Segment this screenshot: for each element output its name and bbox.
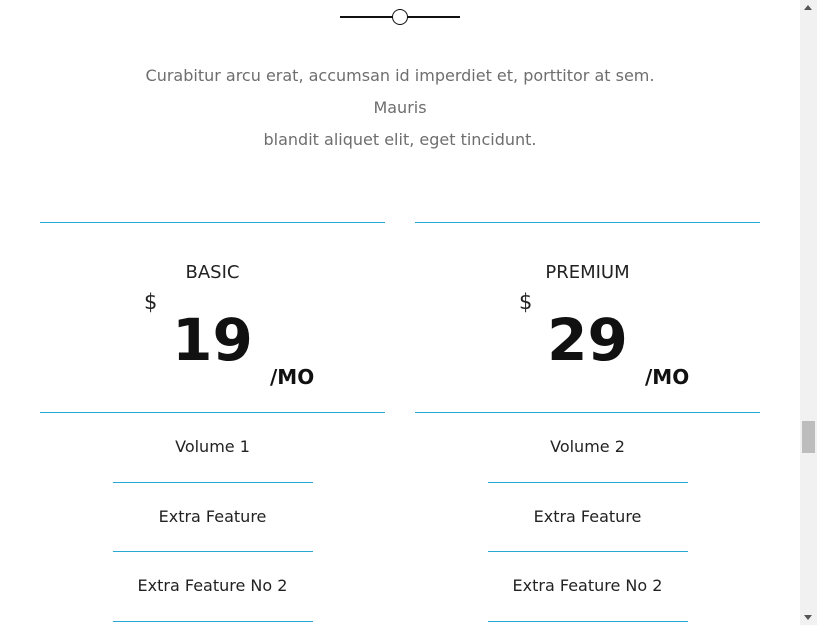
feature-item: Volume 2 xyxy=(415,413,760,483)
scrollbar-thumb[interactable] xyxy=(802,421,815,453)
plan-price: 19 xyxy=(172,306,253,374)
feature-item: Volume 1 xyxy=(40,413,385,483)
plan-period: /MO xyxy=(645,365,690,389)
feature-underline xyxy=(113,620,313,622)
feature-list: Volume 2 Extra Feature Extra Feature No … xyxy=(415,413,760,622)
feature-item: Extra Feature No 2 xyxy=(415,552,760,622)
plan-name: PREMIUM xyxy=(545,262,630,283)
feature-label: Volume 1 xyxy=(175,437,250,456)
feature-underline xyxy=(488,620,688,622)
intro-text: Curabitur arcu erat, accumsan id imperdi… xyxy=(120,60,680,156)
arrow-down-icon[interactable] xyxy=(804,615,812,620)
feature-item: Extra Feature No 2 xyxy=(40,552,385,622)
plan-price: 29 xyxy=(547,306,628,374)
plan-name: BASIC xyxy=(185,262,240,283)
feature-label: Extra Feature No 2 xyxy=(137,576,288,595)
card-top-rule xyxy=(40,222,385,223)
feature-label: Extra Feature xyxy=(158,506,267,526)
card-top-rule xyxy=(415,222,760,223)
feature-label: Extra Feature xyxy=(533,506,642,526)
section-divider xyxy=(340,9,460,25)
feature-label: Volume 2 xyxy=(550,437,625,456)
circle-divider-icon xyxy=(392,9,408,25)
feature-label: Extra Feature No 2 xyxy=(512,576,663,595)
intro-line-1: Curabitur arcu erat, accumsan id imperdi… xyxy=(145,66,655,117)
feature-list: Volume 1 Extra Feature Extra Feature No … xyxy=(40,413,385,622)
feature-item: Extra Feature xyxy=(40,483,385,552)
vertical-scrollbar[interactable] xyxy=(800,0,817,625)
intro-line-2: blandit aliquet elit, eget tincidunt. xyxy=(263,130,537,149)
arrow-up-icon[interactable] xyxy=(804,5,812,10)
feature-item: Extra Feature xyxy=(415,483,760,552)
plan-period: /MO xyxy=(270,365,315,389)
